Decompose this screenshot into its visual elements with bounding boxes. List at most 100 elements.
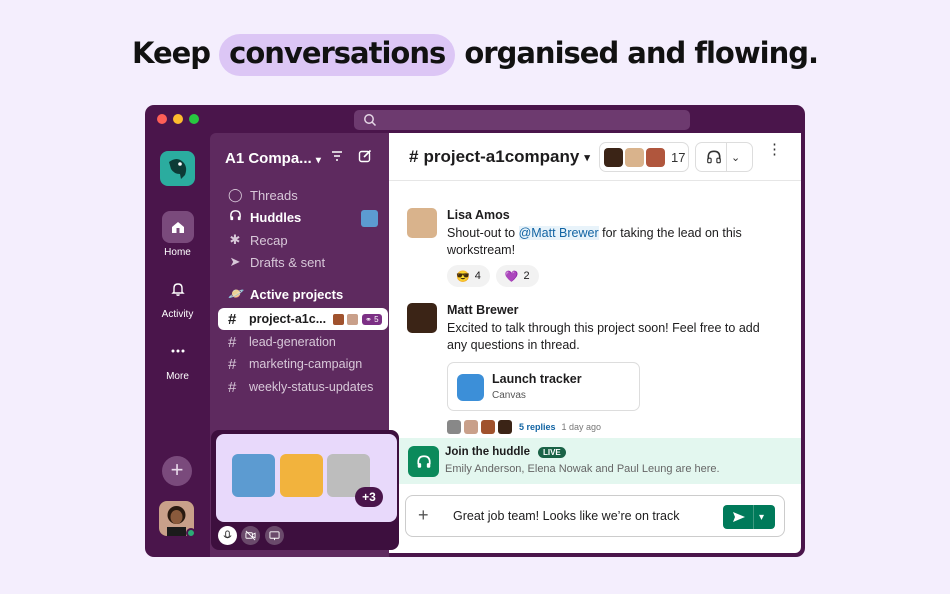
- close-window-button[interactable]: [157, 114, 167, 124]
- nav-threads[interactable]: ◯ Threads: [228, 187, 298, 203]
- canvas-subtitle: Canvas: [492, 390, 526, 401]
- filter-icon[interactable]: [330, 149, 344, 163]
- screen-share-icon[interactable]: [265, 526, 284, 545]
- thread-avatar: [464, 420, 478, 434]
- nav-drafts-label: Drafts & sent: [250, 254, 326, 270]
- huddle-count: 5: [374, 314, 379, 324]
- channel-name: weekly-status-updates: [249, 380, 374, 394]
- zoom-window-button[interactable]: [189, 114, 199, 124]
- emoji: 💜: [504, 270, 519, 283]
- message-text-before: Shout-out to: [447, 226, 519, 240]
- canvas-card[interactable]: Launch tracker Canvas: [447, 362, 640, 411]
- reaction-count: 4: [474, 270, 481, 282]
- section-active-projects[interactable]: 🪐 Active projects: [228, 286, 343, 302]
- hash-icon: #: [228, 333, 237, 351]
- member-count: 17: [671, 149, 686, 165]
- headphones-icon: [228, 209, 242, 225]
- canvas-title: Launch tracker: [492, 372, 582, 386]
- rocket-icon: 🪐: [228, 286, 245, 301]
- more-participants-badge: +3: [355, 487, 383, 507]
- thread-avatar: [481, 420, 495, 434]
- channel-lead-generation[interactable]: # lead-generation: [218, 331, 388, 353]
- canvas-icon: [457, 374, 484, 401]
- channel-marketing-campaign[interactable]: # marketing-campaign: [218, 353, 388, 375]
- huddle-video-tiles[interactable]: +3: [216, 434, 397, 522]
- home-icon: [161, 211, 194, 243]
- nav-drafts[interactable]: ➤ Drafts & sent: [228, 254, 326, 270]
- microphone-icon[interactable]: [218, 526, 237, 545]
- avatar: [407, 208, 437, 238]
- channel-view: # project-a1company ▾ 17 ⌄ ⋮ Lisa Amos S…: [389, 133, 801, 553]
- channel-project-a1company[interactable]: # project-a1c... ⚭ 5: [218, 308, 388, 330]
- add-workspace-button[interactable]: +: [162, 456, 192, 486]
- huddle-banner[interactable]: Join the huddle LIVE Emily Anderson, Elen…: [389, 438, 801, 484]
- workspace-switcher[interactable]: A1 Compa... ▾: [225, 150, 321, 167]
- kebab-menu-icon[interactable]: ⋮: [767, 142, 782, 157]
- chevron-down-icon[interactable]: ⌄: [731, 151, 740, 164]
- thread-summary[interactable]: 5 replies 1 day ago: [447, 420, 777, 434]
- channel-header-title[interactable]: # project-a1company ▾: [409, 147, 590, 167]
- chevron-down-icon: ▾: [584, 151, 590, 164]
- headphones-icon: [408, 446, 439, 477]
- hash-icon: #: [409, 147, 419, 166]
- title-bar: [145, 105, 805, 133]
- message-input[interactable]: Great job team! Looks like we’re on trac…: [453, 509, 680, 523]
- message-text: Shout-out to @Matt Brewer for taking the…: [447, 225, 777, 259]
- huddle-participant-avatar: [361, 210, 378, 227]
- member-avatar: [646, 147, 665, 167]
- channel-name: lead-generation: [249, 335, 336, 349]
- thread-replies-link[interactable]: 5 replies: [519, 422, 556, 432]
- hash-icon: #: [228, 310, 237, 328]
- send-icon: ➤: [229, 254, 241, 269]
- reaction-count: 2: [523, 270, 530, 282]
- header-divider: [389, 180, 801, 181]
- channel-weekly-status-updates[interactable]: # weekly-status-updates: [218, 376, 388, 398]
- nav-huddles-label: Huddles: [250, 209, 302, 225]
- recap-icon: ✱: [229, 232, 241, 247]
- plus-icon[interactable]: +: [418, 505, 429, 526]
- huddle-participants: Emily Anderson, Elena Nowak and Paul Leu…: [445, 463, 720, 475]
- mention-link[interactable]: @Matt Brewer: [518, 226, 599, 240]
- message-composer[interactable]: + Great job team! Looks like we’re on tr…: [405, 495, 785, 537]
- huddle-count-badge: ⚭ 5: [362, 313, 382, 325]
- rail-activity[interactable]: Activity: [145, 273, 210, 320]
- message-text: Excited to talk through this project soo…: [447, 321, 760, 352]
- members-button[interactable]: 17: [599, 142, 689, 172]
- bird-logo-icon: [169, 159, 187, 179]
- headline: Keep conversations organised and flowing…: [0, 34, 950, 76]
- search-icon: [364, 114, 377, 127]
- presence-dot: [186, 528, 196, 538]
- huddle-button[interactable]: ⌄: [695, 142, 753, 172]
- participant-tile: [232, 454, 275, 497]
- rail-home-label: Home: [164, 247, 191, 258]
- rail-home[interactable]: Home: [145, 211, 210, 258]
- minimize-window-button[interactable]: [173, 114, 183, 124]
- rail-more[interactable]: More: [145, 335, 210, 382]
- thread-timestamp: 1 day ago: [561, 422, 602, 432]
- member-avatar: [625, 147, 644, 167]
- message-author[interactable]: Matt Brewer: [447, 303, 777, 317]
- mini-avatar: [346, 312, 360, 326]
- nav-huddles[interactable]: Huddles: [228, 209, 301, 225]
- workspace-rail: Home Activity More +: [145, 133, 210, 557]
- hash-icon: #: [228, 378, 237, 396]
- live-badge: LIVE: [537, 446, 566, 458]
- send-button[interactable]: ▾: [723, 505, 775, 529]
- reaction-sunglasses[interactable]: 😎 4: [447, 265, 490, 287]
- mini-avatar: [332, 312, 346, 326]
- member-avatar: [604, 147, 623, 167]
- bell-icon: [162, 273, 194, 305]
- workspace-logo[interactable]: [160, 151, 195, 186]
- reaction-heart[interactable]: 💜 2: [495, 265, 539, 287]
- headline-start: Keep: [131, 36, 211, 70]
- headline-end: organised and flowing.: [464, 36, 819, 70]
- compose-icon[interactable]: [358, 149, 372, 163]
- search-bar[interactable]: [354, 110, 690, 130]
- chevron-down-icon[interactable]: ▾: [759, 512, 764, 523]
- app-window: Home Activity More + A1 Compa... ▾ ◯ Thr…: [145, 105, 805, 557]
- rail-activity-label: Activity: [161, 309, 194, 320]
- message-author[interactable]: Lisa Amos: [447, 208, 777, 222]
- video-off-icon[interactable]: [241, 526, 260, 545]
- nav-recap[interactable]: ✱ Recap: [228, 232, 288, 248]
- nav-threads-label: Threads: [250, 187, 298, 203]
